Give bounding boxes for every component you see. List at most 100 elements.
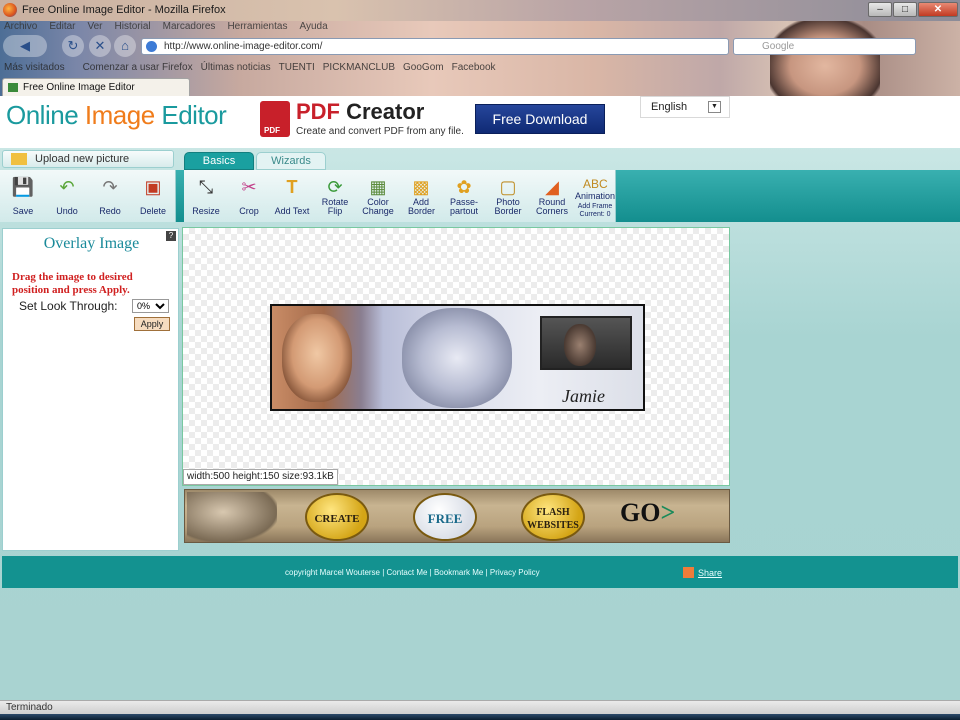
maximize-button[interactable]: □ <box>893 2 917 17</box>
apply-button[interactable]: Apply <box>134 317 170 331</box>
menu-marcadores[interactable]: Marcadores <box>163 21 216 35</box>
delete-button[interactable]: ▣ Delete <box>132 170 174 222</box>
overlay-panel: ? Overlay Image Drag the image to desire… <box>2 228 179 551</box>
save-button[interactable]: 💾 Save <box>2 170 44 222</box>
share-link[interactable]: Share <box>683 567 722 578</box>
round-corners-icon: ◢ <box>545 177 559 197</box>
menu-herramientas[interactable]: Herramientas <box>227 21 287 35</box>
bookmarks-bar: Más visitados Comenzar a usar Firefox Úl… <box>0 58 960 76</box>
menu-ver[interactable]: Ver <box>87 21 102 35</box>
language-value: English <box>651 101 688 113</box>
tab-basics[interactable]: Basics <box>184 152 254 170</box>
tab-bar: Free Online Image Editor <box>0 78 960 96</box>
color-change-button[interactable]: ▦ Color Change <box>356 170 400 222</box>
rotate-icon: ⟳ <box>327 177 343 197</box>
url-text: http://www.online-image-editor.com/ <box>164 41 323 52</box>
promo-banner[interactable]: CREATE FREE FLASH WEBSITES GO> <box>184 489 730 543</box>
favicon-icon <box>8 83 18 92</box>
stop-icon[interactable]: ✕ <box>89 35 111 57</box>
browser-tab[interactable]: Free Online Image Editor <box>2 78 190 96</box>
contact-link[interactable]: Contact Me <box>387 568 428 577</box>
bookmark-item[interactable]: Facebook <box>452 62 496 73</box>
ad-subtitle: Create and convert PDF from any file. <box>296 126 464 137</box>
panel-title: Overlay Image <box>43 235 140 252</box>
browser-window: Free Online Image Editor - Mozilla Firef… <box>0 0 960 720</box>
passe-partout-button[interactable]: ✿ Passe-partout <box>442 170 486 222</box>
bookmark-item[interactable]: Últimas noticias <box>201 62 271 73</box>
image-canvas[interactable]: Jamie <box>182 227 730 486</box>
ad-title: PDF Creator <box>296 99 425 124</box>
redo-button[interactable]: ↷ Redo <box>89 170 131 222</box>
animation-button[interactable]: ABC Animation Add Frame Current: 0 <box>574 170 616 222</box>
bookmark-item[interactable]: Comenzar a usar Firefox <box>83 62 193 73</box>
signature-text: Jamie <box>562 386 605 406</box>
menu-archivo[interactable]: Archivo <box>4 21 37 35</box>
menu-editar[interactable]: Editar <box>49 21 75 35</box>
upload-button[interactable]: Upload new picture <box>2 150 174 168</box>
home-icon[interactable]: ⌂ <box>114 35 136 57</box>
status-text: Terminado <box>6 702 53 713</box>
minimize-button[interactable]: – <box>868 2 892 17</box>
reload-icon[interactable]: ↻ <box>62 35 84 57</box>
file-tool-group: 💾 Save ↶ Undo ↷ Redo ▣ Delete <box>0 170 176 222</box>
bookmark-item[interactable]: TUENTI <box>279 62 315 73</box>
scissors-icon: ✂ <box>241 177 257 197</box>
panel-instruction: Drag the image to desired position and p… <box>12 271 133 296</box>
title-bar: Free Online Image Editor - Mozilla Firef… <box>0 0 960 21</box>
pdf-creator-ad[interactable]: PDF Creator Create and convert PDF from … <box>258 98 608 144</box>
language-select[interactable]: English ▼ <box>640 96 730 118</box>
navigation-bar: ◀ ↻ ✕ ⌂ http://www.online-image-editor.c… <box>0 35 960 57</box>
basic-tool-group: ⤡ Resize ✂ Crop T Add Text ⟳ Rotate Flip… <box>184 170 616 222</box>
search-placeholder: Google <box>762 41 795 52</box>
crop-button[interactable]: ✂ Crop <box>228 170 270 222</box>
go-text: GO> <box>620 498 676 527</box>
back-button[interactable]: ◀ <box>3 35 47 57</box>
search-box[interactable]: Google <box>733 38 916 55</box>
overlay-image[interactable] <box>540 316 632 370</box>
bookmark-item[interactable]: Más visitados <box>4 62 65 73</box>
close-button[interactable]: ✕ <box>918 2 958 17</box>
round-corners-button[interactable]: ◢ Round Corners <box>530 170 574 222</box>
share-icon <box>683 567 694 578</box>
window-title: Free Online Image Editor - Mozilla Firef… <box>22 4 226 16</box>
web-page: Online Image Editor PDF Creator Create a… <box>0 96 960 700</box>
photo-border-icon: ▢ <box>499 177 517 197</box>
taskbar <box>0 714 960 720</box>
undo-button[interactable]: ↶ Undo <box>46 170 88 222</box>
resize-icon: ⤡ <box>198 177 214 197</box>
rotate-flip-button[interactable]: ⟳ Rotate Flip <box>314 170 356 222</box>
window-controls: – □ ✕ <box>868 2 958 17</box>
privacy-link[interactable]: Privacy Policy <box>490 568 540 577</box>
free-badge: FREE <box>413 493 477 541</box>
folder-icon <box>11 153 27 165</box>
banner-lady-image <box>187 492 277 542</box>
text-icon: T <box>286 177 298 197</box>
resize-button[interactable]: ⤡ Resize <box>184 170 228 222</box>
firefox-logo-icon <box>3 3 17 17</box>
edited-image[interactable]: Jamie <box>270 304 645 411</box>
photo-border-button[interactable]: ▢ Photo Border <box>486 170 530 222</box>
bookmark-item[interactable]: GooGom <box>403 62 444 73</box>
site-logo[interactable]: Online Image Editor <box>6 100 227 131</box>
delete-icon: ▣ <box>144 177 162 197</box>
tab-wizards[interactable]: Wizards <box>256 152 326 170</box>
site-footer: copyright Marcel Wouterse | Contact Me |… <box>2 556 958 588</box>
upload-label: Upload new picture <box>35 153 130 165</box>
globe-icon <box>146 41 157 52</box>
menu-bar: Archivo Editar Ver Historial Marcadores … <box>0 21 328 35</box>
add-border-button[interactable]: ▩ Add Border <box>400 170 442 222</box>
status-bar: Terminado <box>0 700 960 714</box>
free-download-button[interactable]: Free Download <box>475 104 605 134</box>
editor-nav: Upload new picture Basics Wizards <box>0 150 960 170</box>
menu-ayuda[interactable]: Ayuda <box>299 21 327 35</box>
bookmark-item[interactable]: PICKMANCLUB <box>323 62 395 73</box>
chevron-down-icon: ▼ <box>708 101 721 113</box>
url-bar[interactable]: http://www.online-image-editor.com/ <box>141 38 729 55</box>
tab-title: Free Online Image Editor <box>23 82 135 93</box>
border-icon: ▩ <box>412 177 430 197</box>
menu-historial[interactable]: Historial <box>115 21 151 35</box>
portrait-left <box>282 314 352 402</box>
look-through-select[interactable]: 0% <box>132 299 169 313</box>
bookmark-link[interactable]: Bookmark Me <box>434 568 483 577</box>
add-text-button[interactable]: T Add Text <box>270 170 314 222</box>
